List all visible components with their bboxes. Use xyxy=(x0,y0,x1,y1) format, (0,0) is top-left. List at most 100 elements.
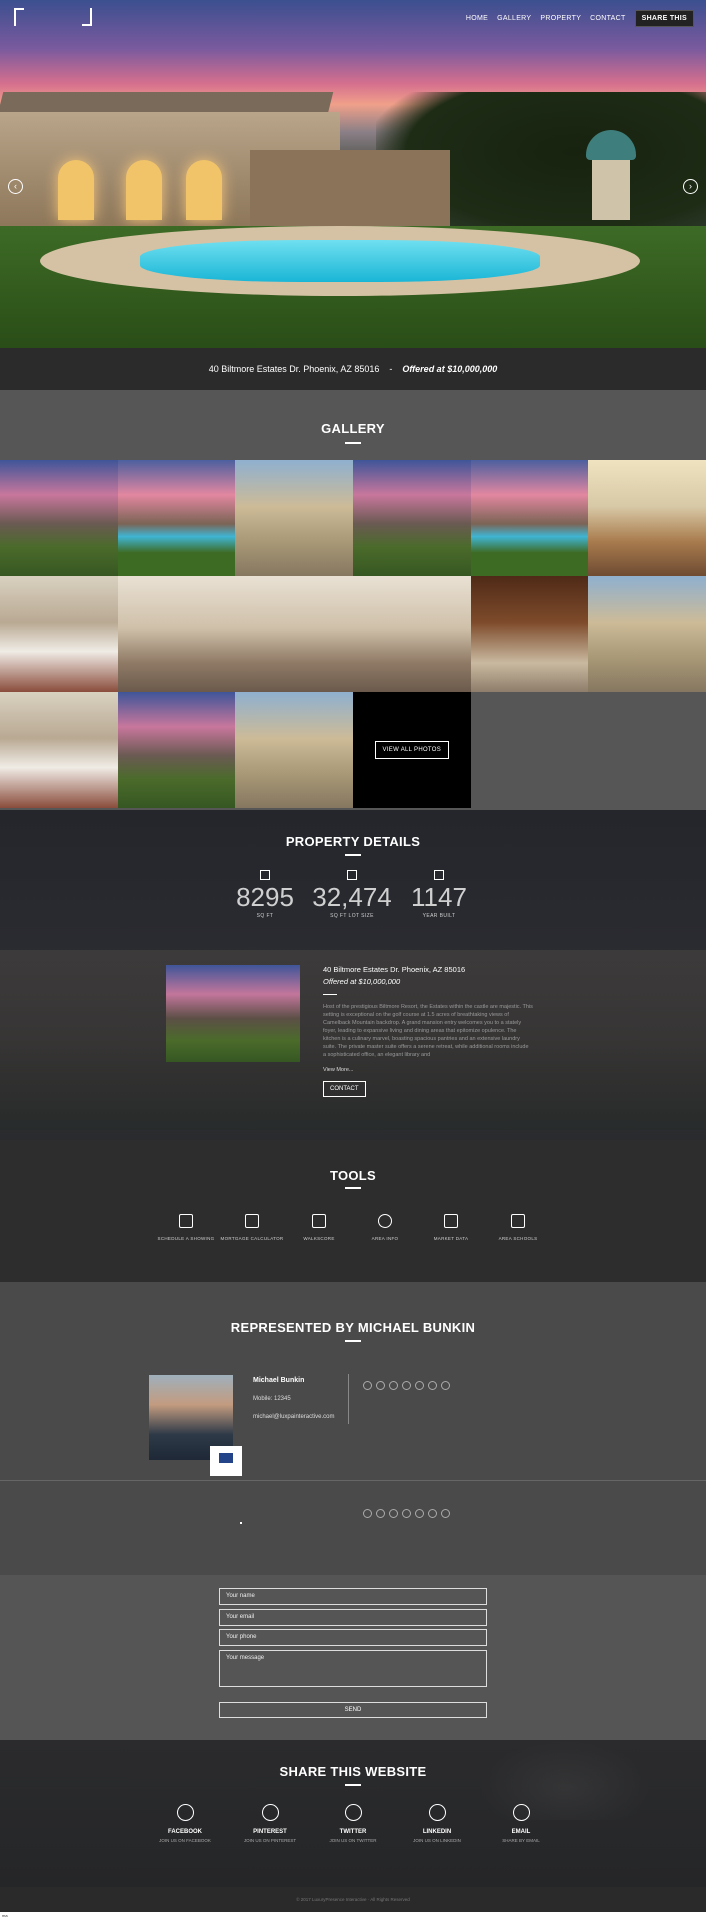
share-this-button[interactable]: SHARE THIS xyxy=(634,10,694,27)
corner-label: ma xyxy=(0,1912,706,1920)
share-desc: JOIN US ON FACEBOOK xyxy=(159,1838,211,1843)
agent-section: REPRESENTED BY MICHAEL BUNKIN Michael Bu… xyxy=(0,1282,706,1575)
view-all-photos-button[interactable]: VIEW ALL PHOTOS xyxy=(374,741,450,759)
nav-item-home[interactable]: HOME xyxy=(466,15,488,22)
agent-divider xyxy=(348,1374,349,1424)
name-field[interactable]: Your name xyxy=(219,1588,487,1605)
expand-icon xyxy=(347,870,357,880)
site-logo[interactable] xyxy=(14,8,92,26)
gallery-photo[interactable] xyxy=(470,460,589,576)
gallery-photo[interactable] xyxy=(235,576,353,692)
youtube-icon[interactable] xyxy=(428,1509,437,1518)
footer: © 2017 LuxuryPresence Interactive · All … xyxy=(0,1887,706,1912)
share-name: TWITTER xyxy=(339,1829,367,1835)
document-icon xyxy=(312,1214,326,1228)
nav-item-contact[interactable]: CONTACT xyxy=(590,15,625,22)
gallery-photo[interactable] xyxy=(235,692,353,808)
stat-value: 8295 xyxy=(236,882,294,912)
gallery-photo[interactable] xyxy=(352,576,471,692)
details-title-underline xyxy=(345,854,361,856)
gallery-photo[interactable] xyxy=(588,460,706,576)
graduation-cap-icon xyxy=(511,1214,525,1228)
secondary-social-links xyxy=(363,1509,450,1518)
twitter-icon[interactable] xyxy=(376,1509,385,1518)
gallery-photo[interactable] xyxy=(117,460,236,576)
agent-email[interactable]: michael@luxpainteractive.com xyxy=(253,1414,334,1420)
property-details-section: PROPERTY DETAILS 8295 SQ FT 32,474 SQ FT… xyxy=(0,810,706,1140)
agent-social-links xyxy=(363,1381,450,1390)
share-desc: SHARE BY EMAIL xyxy=(502,1838,540,1843)
bar-chart-icon xyxy=(444,1214,458,1228)
twitter-icon[interactable] xyxy=(376,1381,385,1390)
share-pinterest[interactable]: PINTEREST JOIN US ON PINTEREST xyxy=(225,1804,315,1843)
nav-item-gallery[interactable]: GALLERY xyxy=(497,15,531,22)
linkedin-icon[interactable] xyxy=(389,1509,398,1518)
pinterest-icon[interactable] xyxy=(402,1381,411,1390)
summary-divider xyxy=(323,994,337,995)
gallery-photo[interactable] xyxy=(588,576,706,692)
property-address: 40 Biltmore Estates Dr. Phoenix, AZ 8501… xyxy=(323,965,466,974)
share-linkedin[interactable]: LINKEDIN JOIN US ON LINKEDIN xyxy=(392,1804,482,1843)
email-icon xyxy=(512,1804,530,1821)
share-title: SHARE THIS WEBSITE xyxy=(279,1764,427,1779)
gallery-photo[interactable] xyxy=(0,576,118,692)
hero-window xyxy=(186,160,222,220)
nav-item-property[interactable]: PROPERTY xyxy=(540,15,581,22)
crop-icon xyxy=(260,870,270,880)
facebook-icon xyxy=(176,1804,194,1821)
stat-value: 1147 xyxy=(411,882,467,912)
email-icon[interactable] xyxy=(441,1509,450,1518)
share-title-underline xyxy=(345,1784,361,1786)
page: HOME GALLERY PROPERTY CONTACT SHARE THIS… xyxy=(0,0,706,1920)
address-bar: 40 Biltmore Estates Dr. Phoenix, AZ 8501… xyxy=(0,348,706,390)
tools-title: TOOLS xyxy=(329,1168,377,1183)
share-facebook[interactable]: FACEBOOK JOIN US ON FACEBOOK xyxy=(140,1804,230,1843)
prev-slide-arrow-icon[interactable]: ‹ xyxy=(8,179,23,194)
brokerage-logo xyxy=(210,1446,242,1476)
email-field[interactable]: Your email xyxy=(219,1609,487,1626)
hero-pool xyxy=(140,240,540,282)
view-all-photos-tile: VIEW ALL PHOTOS xyxy=(352,692,471,808)
facebook-icon[interactable] xyxy=(363,1509,372,1518)
pinterest-icon[interactable] xyxy=(402,1509,411,1518)
property-description: Host of the prestigious Biltmore Resort,… xyxy=(323,1004,533,1058)
tools-title-underline xyxy=(345,1187,361,1189)
share-name: FACEBOOK xyxy=(167,1829,202,1835)
send-button[interactable]: SEND xyxy=(219,1702,487,1718)
share-name: LINKEDIN xyxy=(422,1829,452,1835)
gallery-title: GALLERY xyxy=(321,421,385,436)
gallery-photo[interactable] xyxy=(0,460,118,576)
instagram-icon[interactable] xyxy=(415,1509,424,1518)
share-name: EMAIL xyxy=(511,1829,531,1835)
phone-field[interactable]: Your phone xyxy=(219,1629,487,1646)
gallery-photo[interactable] xyxy=(117,692,236,808)
next-slide-arrow-icon[interactable]: › xyxy=(683,179,698,194)
calculator-icon xyxy=(245,1214,259,1228)
share-twitter[interactable]: TWITTER JOIN US ON TWITTER xyxy=(308,1804,398,1843)
stat-label: SQ FT LOT SIZE xyxy=(330,913,374,919)
instagram-icon[interactable] xyxy=(415,1381,424,1390)
share-name: PINTEREST xyxy=(253,1829,287,1835)
facebook-icon[interactable] xyxy=(363,1381,372,1390)
youtube-icon[interactable] xyxy=(428,1381,437,1390)
property-offer: Offered at $10,000,000 xyxy=(323,977,401,986)
gallery-photo[interactable] xyxy=(117,576,236,692)
message-field[interactable]: Your message xyxy=(219,1650,487,1687)
share-email[interactable]: EMAIL SHARE BY EMAIL xyxy=(476,1804,566,1843)
details-title: PROPERTY DETAILS xyxy=(285,834,421,849)
gallery-photo[interactable] xyxy=(470,576,589,692)
view-more-link[interactable]: View More... xyxy=(323,1067,533,1073)
agent-title: REPRESENTED BY MICHAEL BUNKIN xyxy=(230,1320,476,1335)
linkedin-icon[interactable] xyxy=(389,1381,398,1390)
gallery-photo[interactable] xyxy=(352,460,471,576)
agent-title-underline xyxy=(345,1340,361,1342)
linkedin-icon xyxy=(428,1804,446,1821)
stat-value: 32,474 xyxy=(312,882,392,912)
gallery-photo[interactable] xyxy=(0,692,118,808)
hero-address: 40 Biltmore Estates Dr. Phoenix, AZ 8501… xyxy=(208,364,380,374)
gallery-photo[interactable] xyxy=(235,460,353,576)
hero-separator: - xyxy=(389,364,393,374)
email-icon[interactable] xyxy=(441,1381,450,1390)
contact-button[interactable]: CONTACT xyxy=(323,1081,366,1097)
tool-area-schools[interactable]: AREA SCHOOLS xyxy=(478,1214,558,1241)
